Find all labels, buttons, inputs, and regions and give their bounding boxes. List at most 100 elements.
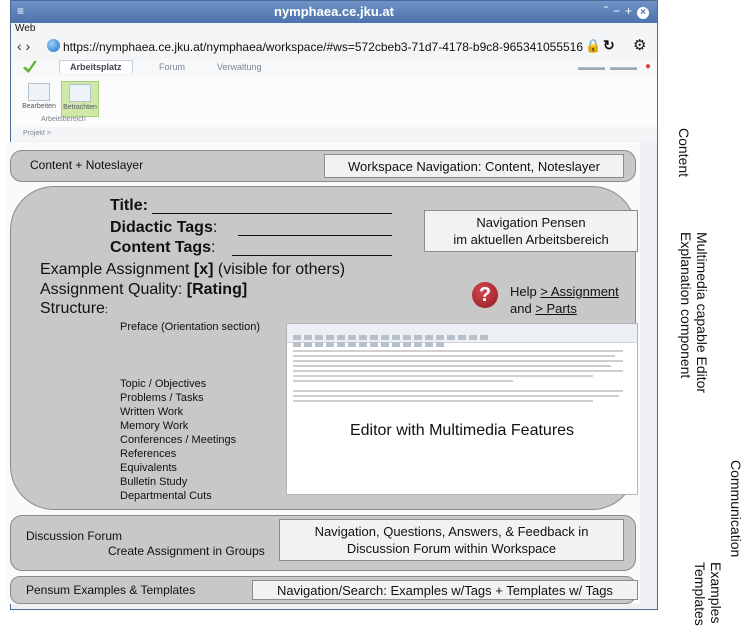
editor-text-line xyxy=(293,350,623,352)
pensen-navigation-box[interactable]: Navigation Pensen im aktuellen Arbeitsber… xyxy=(424,210,638,252)
side-label-multimedia-1: Multimedia capable Editor xyxy=(694,232,710,394)
tab-verwaltung[interactable]: Verwaltung xyxy=(217,62,262,72)
side-label-multimedia-2: Explanation component xyxy=(678,232,694,379)
title-bar: ≡ nymphaea.ce.jku.at ˆ−+ × xyxy=(11,1,657,23)
editor-text-line xyxy=(293,370,623,372)
side-label-examples: Examples Templates xyxy=(690,562,724,626)
structure-item[interactable]: Problems / Tasks xyxy=(120,391,236,405)
help-line1: Help > Assignment xyxy=(510,284,619,299)
editor-text-line xyxy=(293,365,611,367)
side-label-communication: Communication xyxy=(728,460,744,558)
help-assignment-link[interactable]: > Assignment xyxy=(540,284,618,299)
view-button[interactable]: Betrachten xyxy=(61,81,99,117)
app-logo xyxy=(23,61,37,73)
editor-text-line xyxy=(293,375,593,377)
app-tabs: Arbeitsplatz Forum Verwaltung ▬▬▬ ▬▬▬ ● xyxy=(11,59,657,77)
create-assignment-groups-label: Create Assignment in Groups xyxy=(108,544,265,558)
side-label-examples-2: Templates xyxy=(692,562,708,626)
pencil-icon xyxy=(28,83,50,101)
editor-toolbar-row[interactable] xyxy=(293,327,631,340)
editor-toolbar[interactable] xyxy=(287,324,637,347)
tab-arbeitsplatz[interactable]: Arbeitsplatz xyxy=(59,60,133,73)
maximize-icon[interactable]: + xyxy=(625,4,637,18)
globe-icon xyxy=(47,39,60,52)
structure-item[interactable]: Written Work xyxy=(120,405,236,419)
example-prefix: Example Assignment xyxy=(40,261,194,278)
structure-text: Structure xyxy=(40,300,105,317)
title-underline xyxy=(152,213,392,214)
examples-navigation-box[interactable]: Navigation/Search: Examples w/Tags + Tem… xyxy=(252,580,638,600)
editor-text-line xyxy=(293,360,623,362)
edit-button-label: Bearbeiten xyxy=(22,103,56,110)
pensen-nav-line2: im aktuellen Arbeitsbereich xyxy=(453,232,609,247)
assignment-quality-line: Assignment Quality: [Rating] xyxy=(40,281,247,299)
back-forward-icons[interactable]: ‹ › xyxy=(17,38,30,54)
url-field[interactable]: https://nymphaea.ce.jku.at/nymphaea/work… xyxy=(63,40,583,54)
content-tags-underline xyxy=(232,255,392,256)
content-tags-label: Content Tags: xyxy=(110,239,215,257)
help-line2: and > Parts xyxy=(510,301,577,316)
editor-text-line xyxy=(293,355,615,357)
window-title: nymphaea.ce.jku.at xyxy=(274,4,394,19)
menu-web[interactable]: Web xyxy=(15,23,35,34)
editor-text-line xyxy=(293,380,513,382)
example-assignment-line: Example Assignment [x] (visible for othe… xyxy=(40,261,345,279)
minimize-icon[interactable]: − xyxy=(613,4,625,18)
side-label-multimedia: Multimedia capable Editor Explanation com… xyxy=(670,232,710,393)
didactic-tags-label: Didactic Tags: xyxy=(110,219,217,237)
discussion-navigation-box[interactable]: Navigation, Questions, Answers, & Feedba… xyxy=(279,519,624,561)
side-label-examples-1: Examples xyxy=(708,562,724,624)
breadcrumb[interactable]: Projekt > xyxy=(11,127,657,141)
edit-button[interactable]: Bearbeiten xyxy=(21,81,57,115)
editor-text-line xyxy=(293,390,623,392)
didactic-colon: : xyxy=(212,219,218,236)
didactic-tags-text: Didactic Tags xyxy=(110,219,213,236)
pensen-nav-line1: Navigation Pensen xyxy=(476,215,586,230)
menu-bar: Web xyxy=(11,23,657,35)
content-tags-colon: : xyxy=(211,239,216,256)
help-parts-link[interactable]: > Parts xyxy=(535,301,577,316)
editor-caption: Editor with Multimedia Features xyxy=(349,422,575,439)
structure-item[interactable]: Bulletin Study xyxy=(120,475,236,489)
multimedia-editor[interactable]: Editor with Multimedia Features xyxy=(286,323,638,495)
user-links[interactable]: ▬▬▬ ▬▬▬ xyxy=(578,62,637,72)
editor-text-line xyxy=(293,400,593,402)
structure-colon: : xyxy=(104,304,108,316)
help-prefix: Help xyxy=(510,284,541,299)
title-label: Title: xyxy=(110,197,148,214)
structure-item[interactable]: Topic / Objectives xyxy=(120,377,236,391)
ribbon-group-label: Arbeitsbereich xyxy=(41,116,86,123)
editor-text-line xyxy=(293,395,619,397)
chevron-up-icon[interactable]: ˆ xyxy=(604,4,613,18)
tab-forum[interactable]: Forum xyxy=(159,62,185,72)
view-icon xyxy=(69,84,91,102)
ribbon: Bearbeiten Betrachten Arbeitsbereich xyxy=(11,77,657,128)
example-checkbox-text[interactable]: [x] xyxy=(194,261,214,278)
structure-item[interactable]: Equivalents xyxy=(120,461,236,475)
help-question-icon[interactable]: ? xyxy=(472,282,498,308)
gear-icon[interactable]: ⚙ xyxy=(633,36,646,54)
content-tags-text: Content Tags xyxy=(110,239,212,256)
examples-templates-label: Pensum Examples & Templates xyxy=(26,583,196,597)
user-icon[interactable]: ● xyxy=(645,61,651,72)
structure-item[interactable]: Conferences / Meetings xyxy=(120,433,236,447)
structure-item[interactable]: Memory Work xyxy=(120,419,236,433)
quality-rating[interactable]: [Rating] xyxy=(187,281,247,298)
help-and: and xyxy=(510,301,536,316)
discussion-nav-line2: Discussion Forum within Workspace xyxy=(346,541,557,556)
side-label-content: Content xyxy=(676,128,692,178)
window-controls: ˆ−+ × xyxy=(604,4,649,19)
workspace-navigation-box[interactable]: Workspace Navigation: Content, Noteslaye… xyxy=(324,154,624,178)
structure-item[interactable]: Departmental Cuts xyxy=(120,489,236,503)
reload-icon[interactable]: ↻ xyxy=(603,37,615,54)
preface-label[interactable]: Preface (Orientation section) xyxy=(120,321,260,333)
discussion-forum-label: Discussion Forum xyxy=(26,529,123,543)
close-icon[interactable]: × xyxy=(637,7,649,19)
editor-toolbar-row[interactable] xyxy=(293,334,631,347)
didactic-underline xyxy=(238,235,392,236)
discussion-nav-line1: Navigation, Questions, Answers, & Feedba… xyxy=(314,524,589,539)
lock-icon: 🔒 xyxy=(585,38,602,53)
structure-item[interactable]: References xyxy=(120,447,236,461)
view-button-label: Betrachten xyxy=(63,104,97,111)
structure-label: Structure: xyxy=(40,300,108,318)
